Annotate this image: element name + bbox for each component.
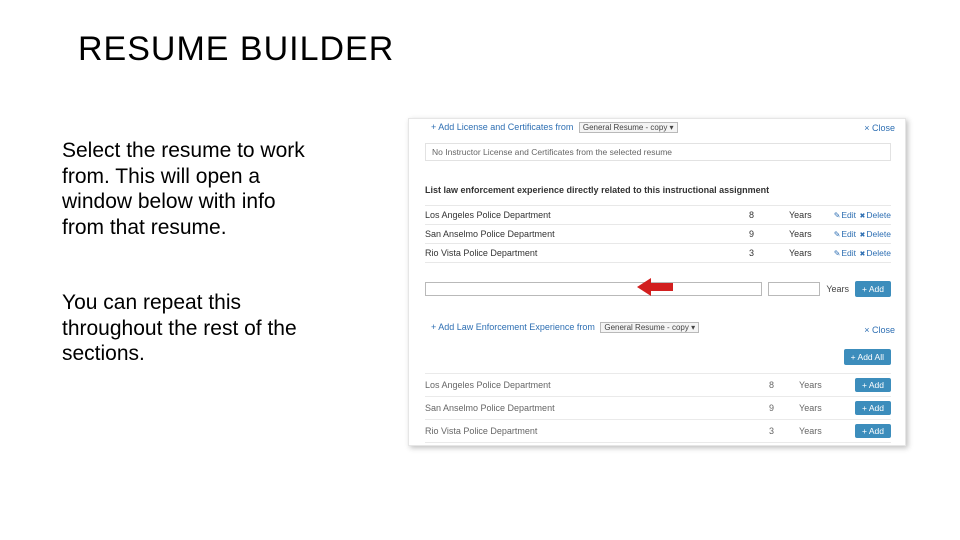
add-license-link[interactable]: + Add License and Certificates from Gene… bbox=[431, 122, 678, 133]
add-license-label: + Add License and Certificates from bbox=[431, 122, 573, 132]
red-arrow-icon bbox=[637, 278, 673, 296]
edit-link[interactable]: Edit bbox=[833, 229, 856, 239]
years-value: 3 bbox=[769, 426, 799, 436]
table-row: Rio Vista Police Department 3 Years + Ad… bbox=[425, 419, 891, 443]
table-row: Los Angeles Police Department 8 Years + … bbox=[425, 373, 891, 396]
years-value: 8 bbox=[769, 380, 799, 390]
slide-title: RESUME BUILDER bbox=[78, 30, 394, 69]
years-unit: Years bbox=[799, 403, 855, 413]
delete-icon bbox=[858, 210, 865, 217]
add-all-button[interactable]: + Add All bbox=[844, 349, 891, 365]
edit-label: Edit bbox=[841, 248, 856, 258]
years-input[interactable] bbox=[768, 282, 820, 296]
add-law-exp-link[interactable]: + Add Law Enforcement Experience from Ge… bbox=[431, 322, 699, 333]
years-unit: Years bbox=[789, 229, 825, 239]
years-value: 8 bbox=[749, 210, 789, 220]
paragraph-1: Select the resume to work from. This wil… bbox=[62, 138, 322, 240]
delete-link[interactable]: Delete bbox=[858, 248, 891, 258]
years-value: 9 bbox=[749, 229, 789, 239]
add-small-button[interactable]: + Add bbox=[855, 378, 891, 392]
edit-link[interactable]: Edit bbox=[833, 210, 856, 220]
dept-name: Los Angeles Police Department bbox=[425, 380, 769, 390]
dept-name: Los Angeles Police Department bbox=[425, 210, 749, 220]
delete-icon bbox=[858, 229, 865, 236]
resume-select-bottom[interactable]: General Resume - copy ▾ bbox=[600, 322, 699, 333]
table-row: Rio Vista Police Department 3 Years Edit… bbox=[425, 243, 891, 263]
paragraph-2: You can repeat this throughout the rest … bbox=[62, 290, 322, 367]
table-row: San Anselmo Police Department 9 Years Ed… bbox=[425, 224, 891, 243]
dept-name: Rio Vista Police Department bbox=[425, 248, 749, 258]
dept-name-input[interactable] bbox=[425, 282, 762, 296]
add-button[interactable]: + Add bbox=[855, 281, 891, 297]
app-screenshot: × Close + Add License and Certificates f… bbox=[408, 118, 906, 446]
delete-link[interactable]: Delete bbox=[858, 210, 891, 220]
years-unit: Years bbox=[789, 248, 825, 258]
delete-label: Delete bbox=[866, 229, 891, 239]
pencil-icon bbox=[833, 248, 840, 255]
delete-link[interactable]: Delete bbox=[858, 229, 891, 239]
add-law-label: + Add Law Enforcement Experience from bbox=[431, 322, 595, 332]
dept-name: San Anselmo Police Department bbox=[425, 403, 769, 413]
years-unit: Years bbox=[799, 426, 855, 436]
experience-table: Los Angeles Police Department 8 Years Ed… bbox=[425, 205, 891, 263]
add-small-button[interactable]: + Add bbox=[855, 424, 891, 438]
pencil-icon bbox=[833, 210, 840, 217]
edit-label: Edit bbox=[841, 229, 856, 239]
years-value: 9 bbox=[769, 403, 799, 413]
table-row: Los Angeles Police Department 8 Years Ed… bbox=[425, 205, 891, 224]
years-unit: Years bbox=[799, 380, 855, 390]
edit-link[interactable]: Edit bbox=[833, 248, 856, 258]
edit-label: Edit bbox=[841, 210, 856, 220]
years-label: Years bbox=[826, 284, 849, 294]
add-small-button[interactable]: + Add bbox=[855, 401, 891, 415]
no-instructor-box: No Instructor License and Certificates f… bbox=[425, 143, 891, 161]
slide: RESUME BUILDER Select the resume to work… bbox=[0, 0, 960, 540]
years-value: 3 bbox=[749, 248, 789, 258]
pencil-icon bbox=[833, 229, 840, 236]
dept-name: Rio Vista Police Department bbox=[425, 426, 769, 436]
close-link-bottom[interactable]: × Close bbox=[864, 325, 895, 335]
section-instruction: List law enforcement experience directly… bbox=[425, 185, 769, 195]
source-experience-table: Los Angeles Police Department 8 Years + … bbox=[425, 373, 891, 443]
dept-name: San Anselmo Police Department bbox=[425, 229, 749, 239]
years-unit: Years bbox=[789, 210, 825, 220]
delete-icon bbox=[858, 248, 865, 255]
table-row: San Anselmo Police Department 9 Years + … bbox=[425, 396, 891, 419]
delete-label: Delete bbox=[866, 210, 891, 220]
close-link-top[interactable]: × Close bbox=[864, 123, 895, 133]
resume-select-top[interactable]: General Resume - copy ▾ bbox=[579, 122, 678, 133]
delete-label: Delete bbox=[866, 248, 891, 258]
